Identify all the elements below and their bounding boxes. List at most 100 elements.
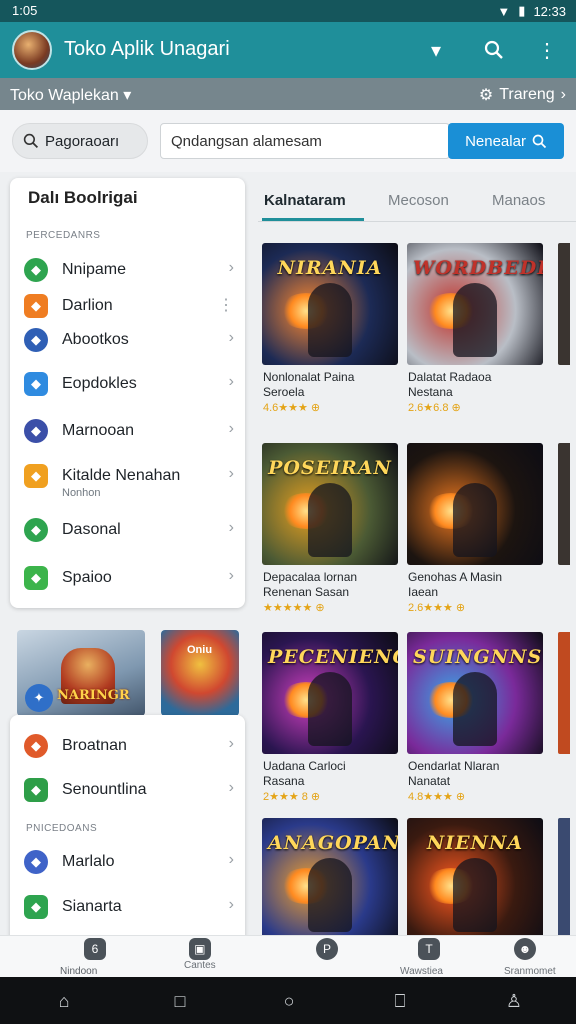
dropdown-arrow-icon[interactable]: ▾: [422, 36, 450, 64]
game-tile[interactable]: POSEIRAN: [262, 443, 398, 565]
menu-item[interactable]: ◆ Spaioo ›: [24, 563, 234, 593]
menu-heading: Dalı Boolrigai: [28, 188, 138, 207]
chevron-right-icon: ⋮: [218, 297, 234, 314]
recents-nav-icon[interactable]: □: [168, 991, 192, 1012]
bottom-tab-label: Sranmomet: [504, 966, 556, 977]
menu-item[interactable]: ◆ Senountlina ›: [24, 775, 234, 805]
chevron-right-icon: ›: [228, 329, 234, 346]
game-tile[interactable]: [407, 443, 543, 565]
home-circle-nav-icon[interactable]: ○: [277, 991, 301, 1012]
game-title[interactable]: Uadana Carloci Rasana: [263, 759, 403, 789]
category-label: Senountlina: [62, 781, 147, 798]
game-title[interactable]: Oendarlat Nlaran Nanatat: [408, 759, 548, 789]
game-title[interactable]: Genohas A Masin Iaean: [408, 570, 548, 600]
menu-item[interactable]: ◆ Kitalde Nenahan Nonhon ›: [24, 461, 234, 499]
game-tile[interactable]: ANAGOPAN: [262, 818, 398, 940]
game-tile[interactable]: SUINGNNS: [407, 632, 543, 754]
game-developer: Iaean: [408, 585, 439, 599]
category-icon: ◆: [24, 518, 48, 542]
game-developer: Seroela: [263, 385, 305, 399]
chevron-right-icon: ›: [228, 519, 234, 536]
game-rating: 4.6★★★ ⊕: [263, 401, 320, 414]
category-label: Spaioo: [62, 569, 112, 586]
game-title[interactable]: Dalatat Radaoa Nestana: [408, 370, 548, 400]
app-logo[interactable]: [12, 30, 52, 70]
store-selector[interactable]: Toko Waplekan ▾: [10, 85, 131, 105]
profile-nav-icon[interactable]: ♙: [502, 991, 526, 1012]
game-developer: Rasana: [263, 774, 305, 788]
search-icon[interactable]: [480, 36, 508, 64]
menu-item[interactable]: ◆ Broatnan ›: [24, 731, 234, 761]
game-tile-peek[interactable]: [558, 243, 570, 365]
menu-item[interactable]: ◆ Nnipame ›: [24, 255, 234, 285]
game-rating: ★★★★★ ⊕: [263, 601, 325, 614]
games-tab-icon: ▣: [188, 938, 211, 960]
tab-divider: [258, 221, 576, 222]
chevron-right-icon: ›: [228, 373, 234, 390]
bottom-tab-label: Wawstiea: [400, 966, 443, 977]
store-selector-label: Toko Waplekan: [10, 87, 119, 104]
status-clock: 12:33: [533, 3, 566, 19]
game-title[interactable]: Nonlonalat Paina Seroela: [263, 370, 403, 400]
bottom-tab-home[interactable]: 6 Nindoon: [60, 938, 106, 977]
cover-hero: [453, 483, 497, 557]
bottom-tab-apps[interactable]: P: [316, 938, 338, 960]
promo-banner-left[interactable]: NARINGR ✦: [17, 630, 145, 716]
category-label: Marnooan: [62, 422, 135, 439]
trending-link[interactable]: ⚙ Trareng ›: [479, 85, 566, 105]
category-label: Abootkos: [62, 331, 129, 348]
game-name: Dalatat Radaoa: [408, 370, 492, 384]
tab-popular[interactable]: Manaos: [492, 192, 545, 209]
category-icon: ◆: [24, 895, 48, 919]
cover-hero: [308, 483, 352, 557]
category-icon: ◆: [24, 258, 48, 282]
menu-item[interactable]: ◆ Abootkos ›: [24, 325, 234, 355]
menu-item[interactable]: ◆ Eopdokles ›: [24, 369, 234, 399]
game-tile[interactable]: NIRANIA: [262, 243, 398, 365]
search-input[interactable]: Qndangsan alamesam: [160, 123, 450, 159]
bottom-tab-games[interactable]: ▣ Cantes: [184, 938, 216, 971]
category-icon: ◆: [24, 419, 48, 443]
home-tab-icon: 6: [84, 938, 106, 960]
game-tile-peek[interactable]: [558, 818, 570, 940]
search-pill[interactable]: Pagoraoarı: [12, 123, 148, 159]
tab-new[interactable]: Mecoson: [388, 192, 449, 209]
game-title[interactable]: Depacalaa lornan Renenan Sasan: [263, 570, 403, 600]
banner-app-icon: ✦: [25, 684, 53, 712]
menu-section-label: PERCEDANRS: [26, 230, 101, 241]
search-pill-icon: [23, 133, 39, 149]
game-rating: 2★★★ 8 ⊕: [263, 790, 320, 803]
game-tile[interactable]: NIENNA: [407, 818, 543, 940]
menu-item[interactable]: ◆ Marnooan ›: [24, 416, 234, 446]
chevron-right-icon: ›: [228, 567, 234, 584]
menu-item[interactable]: ◆ Darlion ⋮: [24, 291, 234, 321]
cover-hero: [453, 672, 497, 746]
game-tile-peek[interactable]: [558, 443, 570, 565]
book-nav-icon[interactable]: ⎕: [388, 991, 412, 1012]
chevron-right-icon: ›: [228, 735, 234, 752]
category-label: Nnipame: [62, 261, 127, 278]
search-button-icon: [532, 134, 547, 148]
status-bar: 1:05 ▼ ▮ 12:33: [0, 0, 576, 22]
category-icon: ◆: [24, 372, 48, 396]
rating-stars: ★★★★★ ⊕: [263, 602, 325, 614]
cover-hero: [308, 283, 352, 357]
bottom-tab-account[interactable]: ☻ Sranmomet: [504, 938, 556, 977]
category-label: Broatnan: [62, 737, 127, 754]
game-tile[interactable]: WORDBEDEN: [407, 243, 543, 365]
menu-item[interactable]: ◆ Sianarta ›: [24, 892, 234, 922]
chevron-right-icon: ›: [228, 851, 234, 868]
menu-section-label-2: PNICEDOANS: [26, 823, 98, 834]
game-tile-peek[interactable]: [558, 632, 570, 754]
home-nav-icon[interactable]: ⌂: [52, 991, 76, 1012]
tab-featured[interactable]: Kalnataram: [264, 192, 346, 209]
menu-item[interactable]: ◆ Marlalo ›: [24, 847, 234, 877]
rating-stars: 2★★★ 8 ⊕: [263, 791, 321, 803]
game-tile[interactable]: PECENIENO: [262, 632, 398, 754]
promo-banner-right[interactable]: Oniu: [161, 630, 239, 716]
search-button[interactable]: Nenealar: [448, 123, 564, 159]
search-button-label: Nenealar: [465, 132, 526, 150]
menu-item[interactable]: ◆ Dasonal ›: [24, 515, 234, 545]
bottom-tab-movies[interactable]: T Wawstiea: [400, 938, 443, 977]
more-vert-icon[interactable]: ⋮: [533, 36, 561, 64]
